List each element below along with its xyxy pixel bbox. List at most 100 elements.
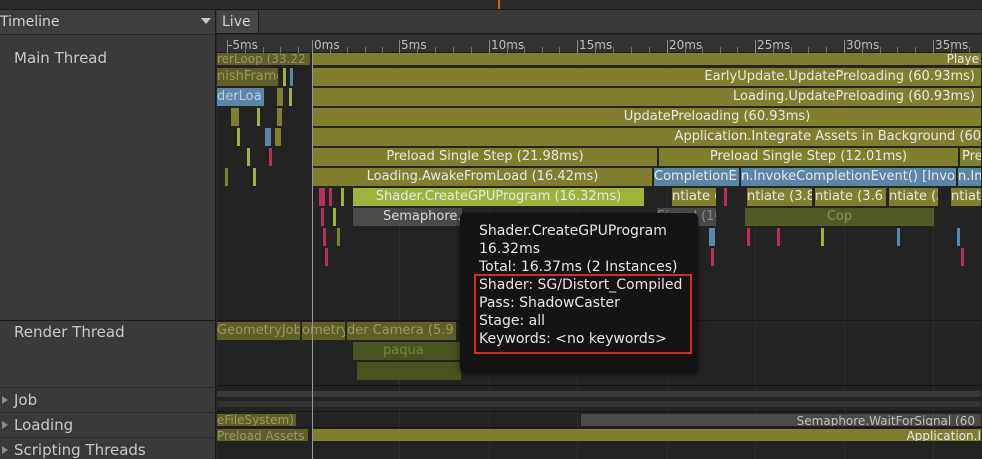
marker-instantiate-3[interactable]: ntiate (3.6 bbox=[815, 188, 887, 206]
tooltip-duration: 16.32ms bbox=[479, 241, 541, 257]
ruler-tick bbox=[933, 40, 934, 53]
marker-sliver[interactable] bbox=[333, 208, 336, 226]
group-row-scripting[interactable]: Scripting Threads bbox=[0, 437, 216, 459]
marker-player-loop-right[interactable]: Playe bbox=[313, 53, 982, 65]
group-label-loading: Loading bbox=[14, 416, 74, 434]
time-ruler[interactable]: -5ms 0ms 5ms 10ms 15ms 20ms 25ms 30ms 35… bbox=[217, 35, 982, 53]
marker-render-block[interactable] bbox=[357, 362, 462, 380]
marker-instantiate-4[interactable]: ntiate (3.6 bbox=[889, 188, 939, 206]
marker-loading-update[interactable]: Loading.UpdatePreloading (60.93ms) bbox=[313, 88, 982, 106]
marker-completion-3[interactable]: n.In bbox=[958, 168, 982, 186]
group-row-job[interactable]: Job bbox=[0, 387, 216, 412]
marker-sliver[interactable] bbox=[275, 128, 281, 146]
marker-tooltip: Shader.CreateGPUProgram 16.32ms Total: 1… bbox=[460, 213, 698, 372]
view-mode-dropdown[interactable]: Timeline bbox=[0, 10, 216, 34]
marker-sliver[interactable] bbox=[897, 228, 900, 246]
thread-divider bbox=[217, 411, 982, 412]
marker-awake-from-load[interactable]: Loading.AwakeFromLoad (16.42ms) bbox=[313, 168, 653, 186]
live-button[interactable]: Live bbox=[217, 11, 259, 33]
marker-sliver[interactable] bbox=[269, 148, 272, 166]
marker-semaphore-wait[interactable]: Semaphore.WaitForSignal (60 bbox=[581, 414, 982, 426]
marker-sliver[interactable] bbox=[341, 188, 344, 206]
marker-completion-1[interactable]: CompletionE bbox=[654, 168, 740, 186]
marker-sliver[interactable] bbox=[289, 88, 292, 106]
ruler-tick-label: 5ms bbox=[401, 38, 427, 52]
marker-finish-frame[interactable]: nishFrame bbox=[217, 68, 279, 86]
marker-sliver[interactable] bbox=[265, 128, 271, 146]
marker-early-update[interactable]: EarlyUpdate.UpdatePreloading (60.93ms) bbox=[313, 68, 982, 86]
marker-sliver[interactable] bbox=[277, 88, 283, 106]
marker-sliver[interactable] bbox=[290, 68, 293, 86]
marker-sliver[interactable] bbox=[319, 188, 325, 206]
job-lane[interactable] bbox=[217, 391, 982, 397]
marker-instantiate-5[interactable]: ntiate bbox=[951, 188, 982, 206]
marker-create-gpu-program[interactable]: Shader.CreateGPUProgram (16.32ms) bbox=[353, 188, 645, 206]
thread-divider bbox=[0, 320, 216, 321]
marker-sliver[interactable] bbox=[283, 68, 286, 86]
ruler-tick bbox=[667, 40, 668, 53]
thread-label-main[interactable]: Main Thread bbox=[14, 49, 107, 67]
frame-start-line bbox=[312, 53, 313, 459]
marker-integrate-assets[interactable]: Application.Integrate Assets in Backgrou… bbox=[313, 128, 982, 146]
marker-sliver[interactable] bbox=[337, 228, 340, 246]
ruler-tick-label: 0ms bbox=[314, 38, 340, 52]
marker-instantiate-1[interactable]: ntiate (3.2 bbox=[672, 188, 717, 206]
marker-sliver[interactable] bbox=[724, 188, 727, 206]
marker-sliver[interactable] bbox=[329, 188, 332, 206]
marker-sliver[interactable] bbox=[277, 108, 282, 126]
marker-preload-step-3[interactable]: Pre bbox=[960, 148, 982, 166]
marker-completion-2[interactable]: n.InvokeCompletionEvent() [Invo bbox=[741, 168, 957, 186]
marker-sliver[interactable] bbox=[257, 108, 260, 126]
marker-semaphore[interactable]: Semaphore.Wai bbox=[353, 208, 463, 226]
marker-application-tail[interactable]: Application.I bbox=[313, 429, 982, 441]
marker-sliver[interactable] bbox=[247, 148, 250, 166]
marker-sliver[interactable] bbox=[709, 228, 715, 246]
expand-triangle-icon[interactable] bbox=[2, 396, 8, 404]
top-strip bbox=[0, 0, 982, 10]
marker-sliver[interactable] bbox=[325, 248, 328, 266]
marker-instantiate-2[interactable]: ntiate (3.8 bbox=[747, 188, 813, 206]
marker-sliver[interactable] bbox=[237, 128, 240, 146]
tooltip-total: Total: 16.37ms (2 Instances) bbox=[479, 259, 678, 275]
marker-update-preloading[interactable]: UpdatePreloading (60.93ms) bbox=[313, 108, 982, 126]
tooltip-shader: Shader: SG/Distort_Compiled bbox=[479, 277, 683, 293]
marker-sliver[interactable] bbox=[957, 228, 960, 246]
tooltip-keywords: Keywords: <no keywords> bbox=[479, 331, 667, 347]
marker-sliver[interactable] bbox=[231, 108, 239, 126]
tooltip-title: Shader.CreateGPUProgram bbox=[479, 223, 667, 239]
group-label-scripting: Scripting Threads bbox=[14, 441, 146, 459]
marker-shader-load[interactable]: derLoa bbox=[217, 88, 265, 106]
marker-sliver[interactable] bbox=[711, 248, 714, 266]
marker-player-loop[interactable]: rerLoop (33.22 bbox=[217, 53, 311, 65]
marker-preload-assets[interactable]: Preload Assets bbox=[217, 429, 309, 441]
marker-sliver[interactable] bbox=[253, 168, 256, 186]
thread-label-render[interactable]: Render Thread bbox=[14, 323, 125, 341]
marker-sliver[interactable] bbox=[321, 208, 324, 226]
job-lane[interactable] bbox=[217, 401, 982, 407]
ruler-tick bbox=[399, 40, 400, 53]
marker-cop[interactable]: Cop bbox=[745, 208, 935, 226]
expand-triangle-icon[interactable] bbox=[2, 421, 8, 429]
marker-sliver[interactable] bbox=[961, 248, 964, 266]
marker-preload-step-2[interactable]: Preload Single Step (12.01ms) bbox=[659, 148, 959, 166]
expand-triangle-icon[interactable] bbox=[2, 446, 8, 454]
ruler-tick-label: -5ms bbox=[228, 38, 258, 52]
marker-geometry-jobs[interactable]: GeometryJobs bbox=[217, 322, 301, 340]
thread-divider bbox=[217, 427, 982, 428]
group-row-loading[interactable]: Loading bbox=[0, 412, 216, 437]
marker-render-faded[interactable]: paqua bbox=[353, 342, 463, 360]
marker-preload-step-1[interactable]: Preload Single Step (21.98ms) bbox=[313, 148, 658, 166]
ruler-tick bbox=[489, 40, 490, 53]
marker-loading-file[interactable]: eFileSystem) bbox=[217, 414, 297, 426]
tooltip-stage: Stage: all bbox=[479, 313, 545, 329]
marker-sliver[interactable] bbox=[821, 228, 824, 246]
ruler-tick bbox=[577, 40, 578, 53]
marker-sliver[interactable] bbox=[225, 168, 228, 186]
marker-sliver[interactable] bbox=[323, 228, 326, 246]
marker-sliver[interactable] bbox=[747, 228, 750, 246]
marker-geometry-jobs-2[interactable]: ometryJob bbox=[302, 322, 346, 340]
marker-render-camera[interactable]: der Camera (5.9 bbox=[347, 322, 457, 340]
ruler-tick bbox=[312, 40, 313, 53]
profiler-header: Timeline Live bbox=[0, 10, 982, 34]
marker-sliver[interactable] bbox=[777, 228, 780, 246]
